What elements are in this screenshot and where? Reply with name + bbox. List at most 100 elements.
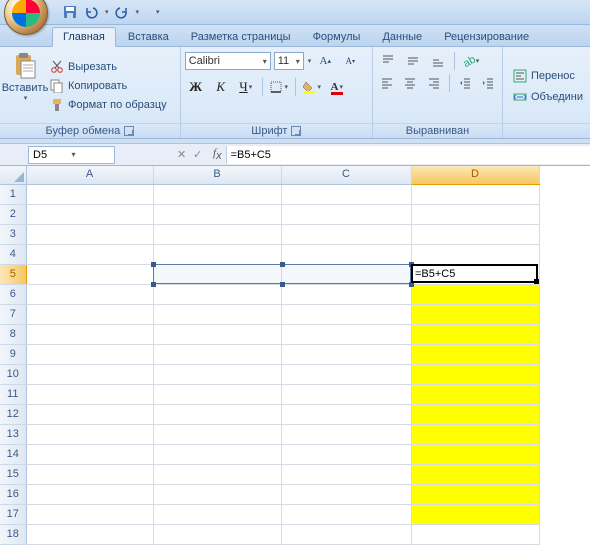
cell-B18[interactable] (153, 524, 281, 544)
cell-A16[interactable] (26, 484, 153, 504)
cell-D1[interactable] (411, 184, 539, 204)
row-header-1[interactable]: 1 (0, 184, 26, 204)
fill-color-button[interactable]: ▾ (301, 77, 323, 97)
tab-insert[interactable]: Вставка (118, 28, 179, 46)
cell-D16[interactable] (411, 484, 539, 504)
cell-D5[interactable] (411, 264, 539, 284)
save-icon[interactable] (62, 4, 78, 20)
undo-dropdown[interactable]: ▾ (105, 8, 109, 16)
tab-data[interactable]: Данные (372, 28, 432, 46)
col-header-D[interactable]: D (411, 166, 539, 184)
tab-review[interactable]: Рецензирование (434, 28, 539, 46)
col-header-B[interactable]: B (153, 166, 281, 184)
cell-A8[interactable] (26, 324, 153, 344)
decrease-indent-button[interactable] (455, 73, 475, 93)
bold-button[interactable]: Ж (185, 77, 207, 97)
clipboard-launcher[interactable] (124, 126, 134, 136)
cell-D4[interactable] (411, 244, 539, 264)
cell-D11[interactable] (411, 384, 539, 404)
cell-A6[interactable] (26, 284, 153, 304)
cell-A3[interactable] (26, 224, 153, 244)
align-center-button[interactable] (400, 73, 420, 93)
increase-indent-button[interactable] (478, 73, 498, 93)
cell-C8[interactable] (281, 324, 411, 344)
cell-B9[interactable] (153, 344, 281, 364)
cell-D6[interactable] (411, 284, 539, 304)
cell-B12[interactable] (153, 404, 281, 424)
cell-B3[interactable] (153, 224, 281, 244)
font-color-button[interactable]: A▾ (326, 77, 348, 97)
align-bottom-button[interactable] (427, 51, 449, 71)
orientation-button[interactable]: ab▾ (460, 51, 482, 71)
cell-C4[interactable] (281, 244, 411, 264)
name-box[interactable]: D5▾ (28, 146, 115, 164)
row-header-12[interactable]: 12 (0, 404, 26, 424)
row-header-11[interactable]: 11 (0, 384, 26, 404)
cell-B11[interactable] (153, 384, 281, 404)
shrink-font-button[interactable]: A▾ (339, 51, 361, 71)
cell-A14[interactable] (26, 444, 153, 464)
row-header-15[interactable]: 15 (0, 464, 26, 484)
cell-B6[interactable] (153, 284, 281, 304)
redo-icon[interactable] (114, 4, 130, 20)
grow-font-button[interactable]: A▴ (314, 51, 336, 71)
font-launcher[interactable] (291, 126, 301, 136)
col-header-A[interactable]: A (26, 166, 153, 184)
qat-customize[interactable]: ▾ (156, 8, 160, 16)
cell-D2[interactable] (411, 204, 539, 224)
wrap-text-button[interactable]: Перенос (509, 67, 586, 85)
cancel-formula-icon[interactable]: ✕ (177, 148, 191, 161)
cell-D7[interactable] (411, 304, 539, 324)
font-name-combo[interactable]: Calibri▾ (185, 52, 271, 70)
cell-C12[interactable] (281, 404, 411, 424)
row-header-7[interactable]: 7 (0, 304, 26, 324)
col-header-C[interactable]: C (281, 166, 411, 184)
cell-B15[interactable] (153, 464, 281, 484)
cell-A4[interactable] (26, 244, 153, 264)
cell-A18[interactable] (26, 524, 153, 544)
row-header-5[interactable]: 5 (0, 264, 26, 284)
cell-A1[interactable] (26, 184, 153, 204)
align-middle-button[interactable] (402, 51, 424, 71)
border-button[interactable]: ▾ (268, 77, 290, 97)
paste-button[interactable]: Вставить ▾ (4, 50, 46, 122)
namebox-dropdown-icon[interactable]: ▾ (72, 150, 111, 159)
cell-D14[interactable] (411, 444, 539, 464)
cell-C11[interactable] (281, 384, 411, 404)
cell-B13[interactable] (153, 424, 281, 444)
cell-A7[interactable] (26, 304, 153, 324)
cell-A12[interactable] (26, 404, 153, 424)
cell-C13[interactable] (281, 424, 411, 444)
underline-button[interactable]: Ч▾ (235, 77, 257, 97)
row-header-18[interactable]: 18 (0, 524, 26, 544)
cell-D8[interactable] (411, 324, 539, 344)
row-header-13[interactable]: 13 (0, 424, 26, 444)
row-header-10[interactable]: 10 (0, 364, 26, 384)
italic-button[interactable]: К (210, 77, 232, 97)
align-right-button[interactable] (423, 73, 443, 93)
format-painter-button[interactable]: Формат по образцу (46, 96, 170, 114)
cell-A5[interactable] (26, 264, 153, 284)
redo-dropdown[interactable]: ▾ (136, 8, 140, 16)
enter-formula-icon[interactable]: ✓ (193, 148, 207, 161)
row-header-8[interactable]: 8 (0, 324, 26, 344)
cell-D10[interactable] (411, 364, 539, 384)
cell-B4[interactable] (153, 244, 281, 264)
tab-layout[interactable]: Разметка страницы (181, 28, 301, 46)
copy-button[interactable]: Копировать (46, 77, 170, 95)
cell-C18[interactable] (281, 524, 411, 544)
cell-D13[interactable] (411, 424, 539, 444)
cell-C6[interactable] (281, 284, 411, 304)
cell-D15[interactable] (411, 464, 539, 484)
cell-B5[interactable] (153, 264, 281, 284)
undo-icon[interactable] (83, 4, 99, 20)
cell-D12[interactable] (411, 404, 539, 424)
cell-A2[interactable] (26, 204, 153, 224)
cell-B2[interactable] (153, 204, 281, 224)
cell-C5[interactable] (281, 264, 411, 284)
row-header-6[interactable]: 6 (0, 284, 26, 304)
align-left-button[interactable] (377, 73, 397, 93)
cell-D18[interactable] (411, 524, 539, 544)
font-size-combo[interactable]: 11▾ (274, 52, 304, 70)
cell-A11[interactable] (26, 384, 153, 404)
